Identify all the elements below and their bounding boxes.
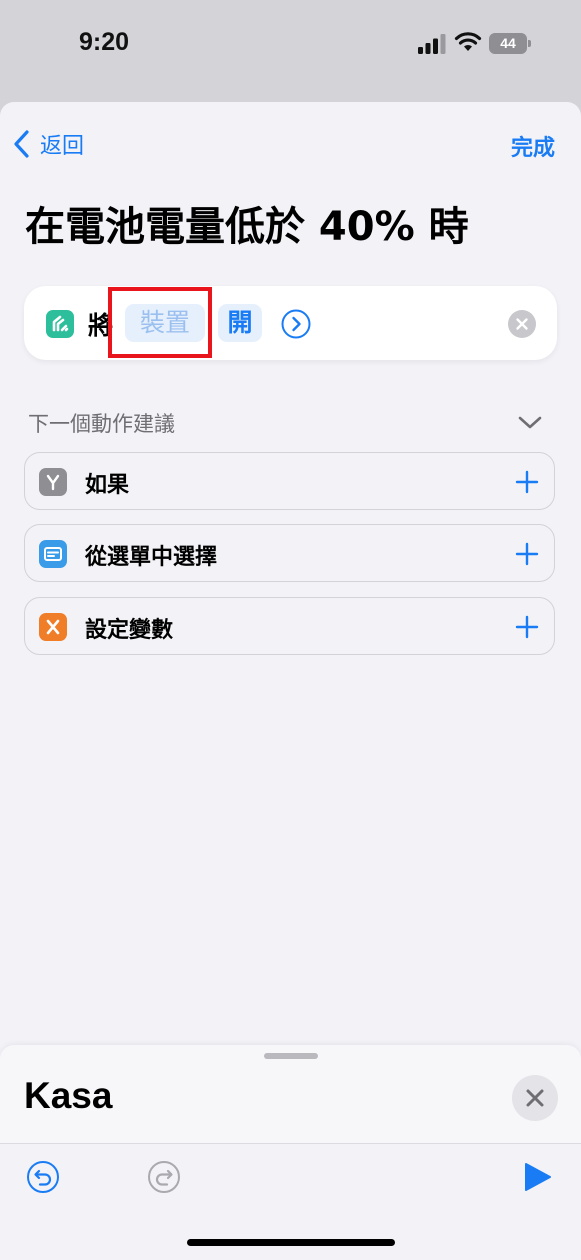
menu-list-icon	[39, 540, 67, 568]
phone-screen: 9:20 44 返回 完成 在電池電量低於 40% 時 將 裝置 開 下一個動作…	[0, 0, 581, 1260]
done-button[interactable]: 完成	[511, 130, 555, 162]
suggestion-label: 如果	[85, 473, 130, 498]
back-button[interactable]: 返回	[12, 126, 84, 162]
play-icon[interactable]	[523, 1161, 553, 1193]
back-label: 返回	[40, 134, 85, 159]
page-title: 在電池電量低於 40% 時	[25, 204, 469, 250]
chevron-left-icon	[14, 130, 29, 158]
panel-title: Kasa	[24, 1075, 113, 1116]
suggestion-label: 從選單中選擇	[85, 545, 218, 570]
suggestion-if[interactable]: 如果	[24, 452, 555, 510]
wifi-icon	[454, 32, 482, 51]
suggestions-header: 下一個動作建議	[28, 412, 175, 436]
action-card: 將 裝置 開	[24, 286, 557, 360]
redo-icon[interactable]	[147, 1160, 181, 1194]
clear-icon[interactable]	[508, 310, 536, 338]
status-time: 9:20	[79, 28, 130, 56]
suggestion-set-variable[interactable]: 設定變數	[24, 597, 555, 655]
plus-icon[interactable]	[514, 541, 540, 567]
state-parameter[interactable]: 開	[218, 304, 262, 342]
branch-icon	[39, 468, 67, 496]
chevron-down-icon[interactable]	[516, 408, 544, 436]
suggestion-label: 設定變數	[85, 618, 174, 643]
home-indicator[interactable]	[187, 1239, 395, 1246]
status-bar: 9:20 44	[0, 0, 581, 90]
kasa-app-icon	[46, 310, 74, 338]
plus-icon[interactable]	[514, 469, 540, 495]
chevron-right-circle-icon[interactable]	[281, 309, 311, 339]
battery-icon: 44	[489, 33, 531, 54]
cellular-signal-icon	[418, 34, 446, 54]
close-icon	[526, 1089, 544, 1107]
close-panel-button[interactable]	[512, 1075, 558, 1121]
undo-icon[interactable]	[26, 1160, 60, 1194]
plus-icon[interactable]	[514, 614, 540, 640]
battery-level: 44	[489, 33, 527, 54]
panel-grabber[interactable]	[264, 1053, 318, 1059]
action-library-panel: Kasa	[0, 1045, 581, 1260]
highlight-box	[108, 287, 212, 358]
battery-cap	[528, 40, 531, 47]
variable-x-icon	[39, 613, 67, 641]
suggestion-choose-from-menu[interactable]: 從選單中選擇	[24, 524, 555, 582]
